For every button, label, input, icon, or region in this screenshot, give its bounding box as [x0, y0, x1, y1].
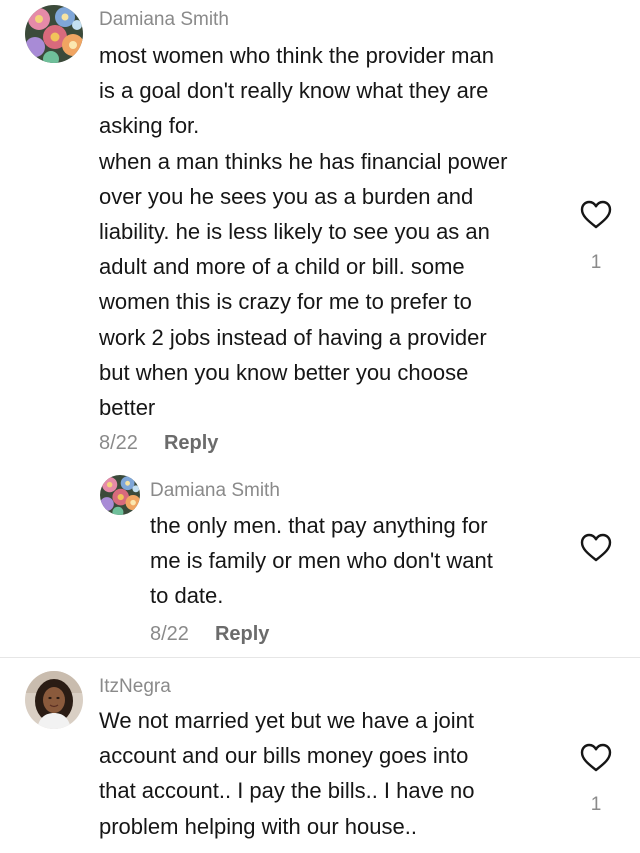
- username[interactable]: Damiana Smith: [99, 9, 229, 31]
- comment-line: is a goal don't really know what they ar…: [99, 78, 489, 104]
- comment-line: but when you know better you choose: [99, 359, 469, 385]
- comment-text: We not married yet but we have a joint a…: [99, 703, 474, 844]
- profile-photo-icon: [25, 671, 83, 729]
- comment-line: me is family or men who don't want: [150, 548, 493, 574]
- reply-button[interactable]: Reply: [215, 623, 269, 645]
- comment-meta: 8/22 Reply: [99, 432, 218, 455]
- like-button[interactable]: [576, 527, 616, 567]
- comment-line: women this is crazy for me to prefer to: [99, 289, 472, 315]
- comment-line: We not married yet but we have a joint: [99, 708, 475, 733]
- like-count: 1: [590, 252, 602, 273]
- avatar[interactable]: [25, 671, 83, 729]
- comment-line: liability. he is less likely to see you …: [99, 219, 490, 245]
- divider: [0, 657, 640, 658]
- comment-line: adult and more of a child or bill. some: [99, 254, 465, 280]
- comment-line: most women who think the provider man: [99, 43, 494, 68]
- comment-line: problem helping with our house..: [99, 813, 417, 839]
- like-count: 1: [590, 794, 602, 815]
- like-button[interactable]: [576, 737, 616, 777]
- comment-line: work 2 jobs instead of having a provider: [99, 324, 487, 350]
- comment-line: when a man thinks he has financial power: [99, 148, 508, 174]
- avatar[interactable]: [100, 475, 140, 515]
- comments-page: Damiana Smith most women who think the p…: [0, 0, 640, 853]
- comment-line: over you he sees you as a burden and: [99, 183, 474, 209]
- username[interactable]: ItzNegra: [99, 676, 171, 698]
- floral-avatar-icon: [100, 475, 140, 515]
- comment-line: account and our bills money goes into: [99, 743, 469, 769]
- comment-line: the only men. that pay anything for: [150, 513, 488, 538]
- comment-date: 8/22: [150, 623, 189, 645]
- reply-button[interactable]: Reply: [164, 432, 218, 454]
- comment-line: to date.: [150, 583, 224, 609]
- comment-text: the only men. that pay anything for me i…: [150, 508, 493, 614]
- comment-date: 8/22: [99, 432, 138, 454]
- comment-line: better: [99, 395, 156, 421]
- comment-meta: 8/22 Reply: [150, 623, 269, 646]
- like-button[interactable]: [576, 194, 616, 234]
- floral-avatar-icon: [25, 5, 83, 63]
- heart-icon: [580, 200, 612, 229]
- comment-line: that account.. I pay the bills.. I have …: [99, 778, 475, 804]
- heart-icon: [580, 743, 612, 772]
- username[interactable]: Damiana Smith: [150, 480, 280, 502]
- avatar[interactable]: [25, 5, 83, 63]
- comment-text: most women who think the provider man is…: [99, 38, 507, 425]
- heart-icon: [580, 533, 612, 562]
- comment-line: asking for.: [99, 113, 200, 139]
